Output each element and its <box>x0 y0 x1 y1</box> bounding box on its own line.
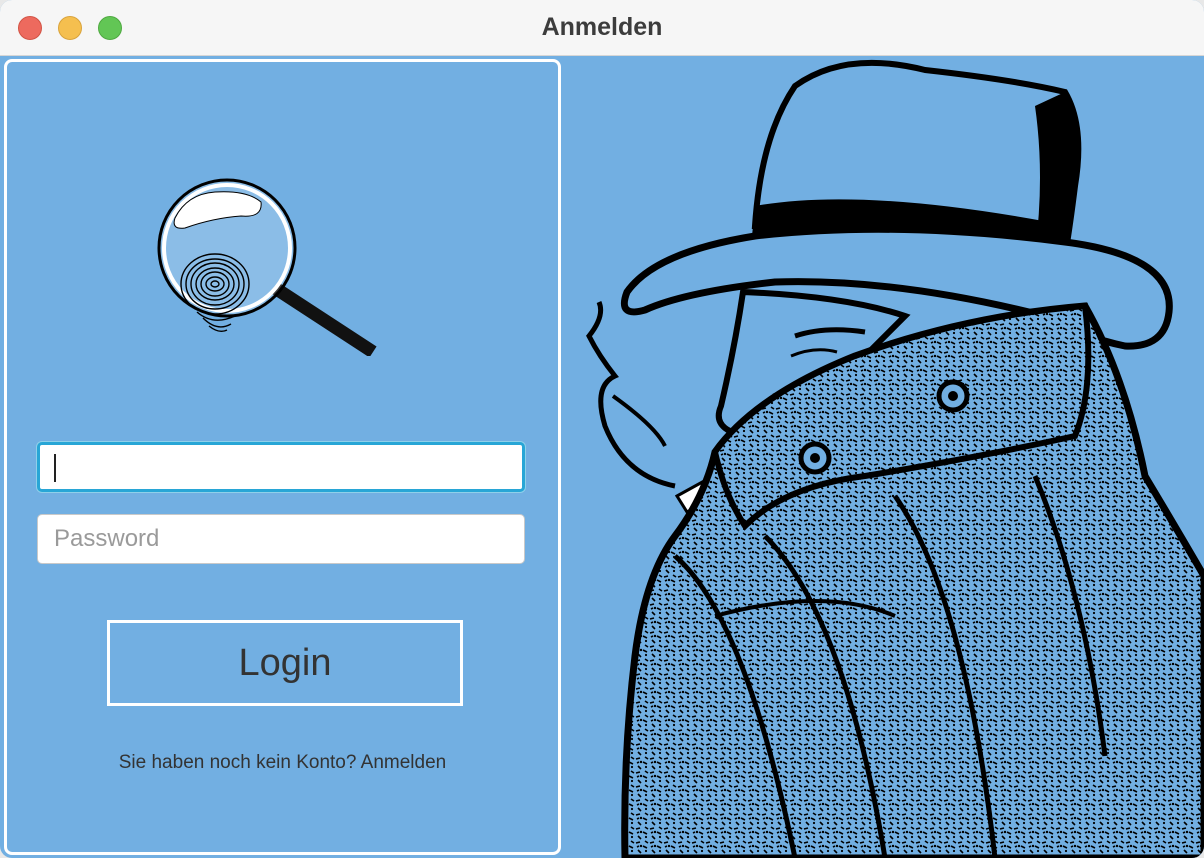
login-button[interactable]: Login <box>107 620 463 706</box>
password-input[interactable] <box>37 514 525 564</box>
login-window: Anmelden Login Sie haben noch kein Konto… <box>0 0 1204 858</box>
text-caret <box>54 454 56 482</box>
login-panel: Login Sie haben noch kein Konto? Anmelde… <box>4 59 561 855</box>
title-bar: Anmelden <box>0 0 1204 56</box>
window-title: Anmelden <box>541 13 663 41</box>
magnifier-fingerprint-icon <box>157 178 377 356</box>
username-input[interactable] <box>37 442 525 492</box>
register-link[interactable]: Sie haben noch kein Konto? Anmelden <box>7 752 558 774</box>
detective-icon <box>586 59 1204 858</box>
